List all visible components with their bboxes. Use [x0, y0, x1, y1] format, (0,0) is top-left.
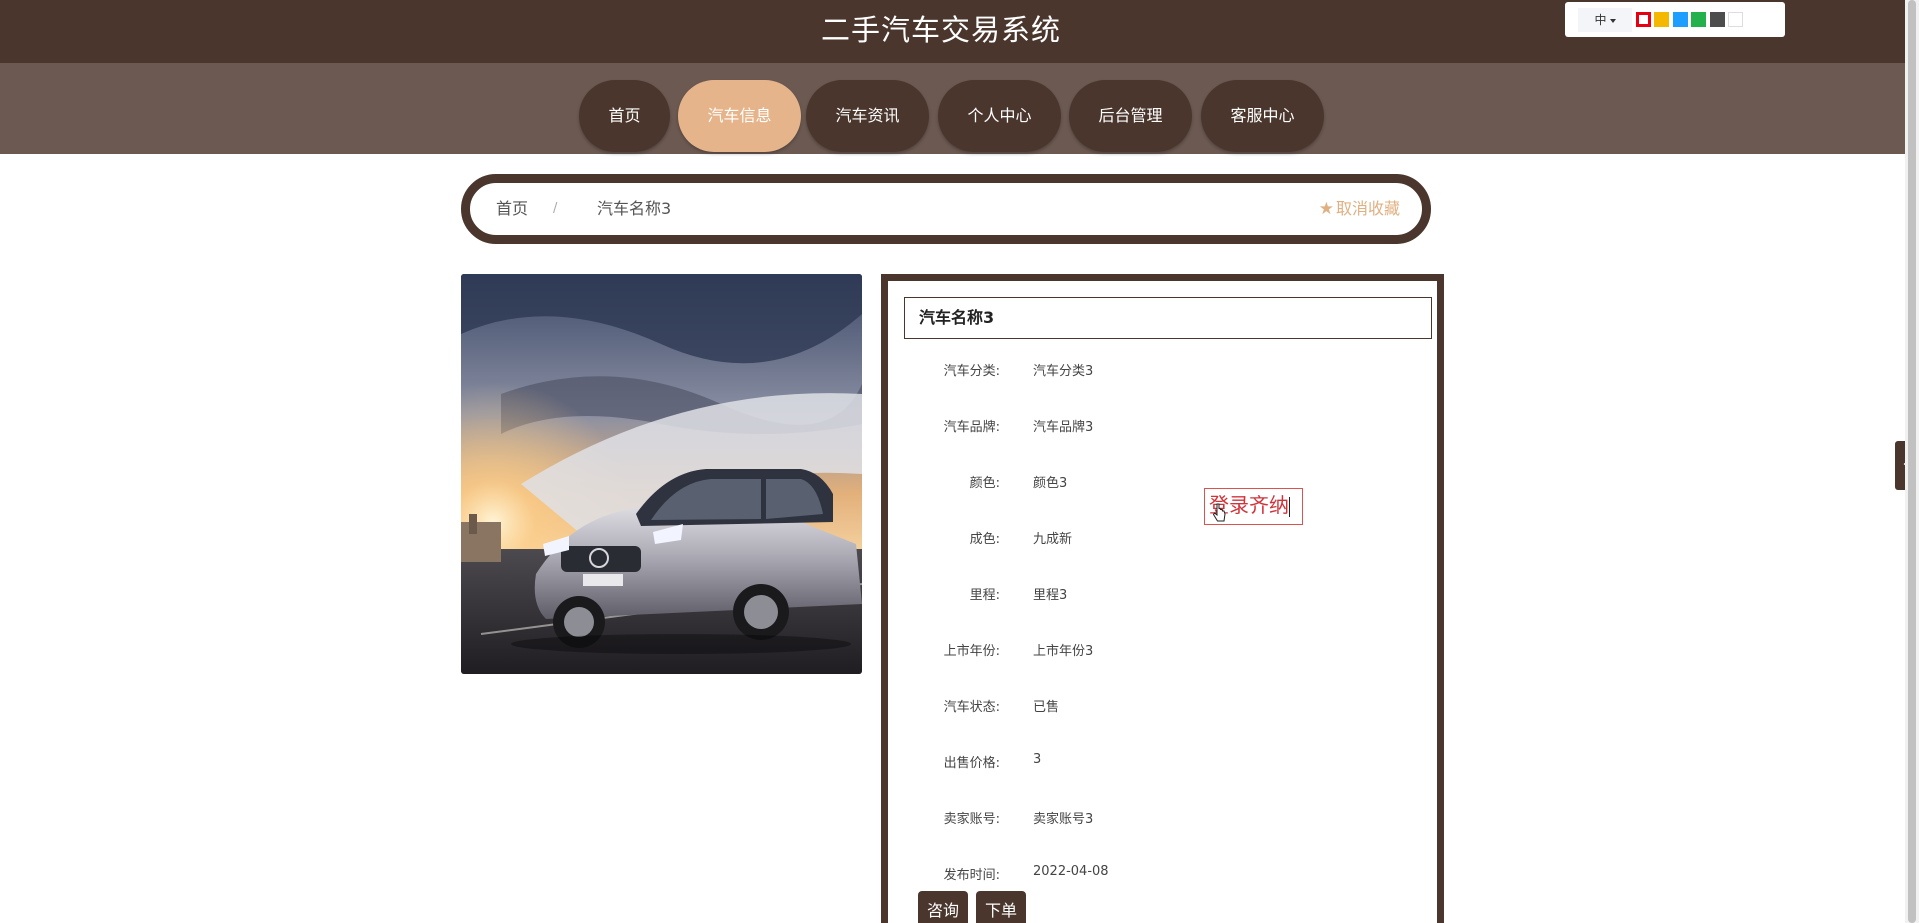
field-label-color: 颜色:: [969, 476, 1000, 491]
unfavorite-button[interactable]: ★ 取消收藏: [1319, 183, 1400, 235]
field-value-seller-account: 卖家账号3: [1033, 812, 1094, 827]
nav-item-car-news[interactable]: 汽车资讯: [806, 80, 929, 152]
nav-item-home[interactable]: 首页: [579, 80, 670, 152]
theme-switcher: 中: [1565, 2, 1785, 37]
star-icon: ★: [1318, 199, 1334, 219]
field-value-category: 汽车分类3: [1033, 364, 1094, 379]
scrollbar-thumb[interactable]: [1908, 0, 1916, 923]
theme-swatch-green[interactable]: [1691, 12, 1706, 27]
nav-item-customer-service[interactable]: 客服中心: [1201, 80, 1324, 152]
car-detail-panel: 汽车名称3 汽车分类: 汽车分类3 汽车品牌: 汽车品牌3 颜色: 颜色3 成色…: [881, 274, 1444, 923]
field-value-release-year: 上市年份3: [1033, 644, 1094, 659]
breadcrumb-home[interactable]: 首页: [496, 183, 528, 235]
theme-swatch-red[interactable]: [1636, 12, 1651, 27]
breadcrumb-separator: /: [553, 201, 558, 216]
field-value-color: 颜色3: [1033, 476, 1068, 491]
field-value-publish-time: 2022-04-08: [1033, 864, 1109, 879]
field-label-category: 汽车分类:: [943, 364, 1000, 379]
field-label-release-year: 上市年份:: [943, 644, 1000, 659]
field-label-price: 出售价格:: [943, 756, 1000, 771]
car-name-title: 汽车名称3: [904, 297, 1432, 339]
nav-item-admin[interactable]: 后台管理: [1069, 80, 1192, 152]
nav-item-personal-center[interactable]: 个人中心: [938, 80, 1061, 152]
field-value-price: 3: [1033, 752, 1042, 767]
language-select[interactable]: 中: [1578, 8, 1632, 32]
nav-item-car-info[interactable]: 汽车信息: [678, 80, 801, 152]
language-select-label: 中: [1594, 13, 1607, 27]
field-value-brand: 汽车品牌3: [1033, 420, 1094, 435]
field-label-mileage: 里程:: [969, 588, 1000, 603]
field-value-status: 已售: [1033, 700, 1060, 715]
theme-swatch-yellow[interactable]: [1654, 12, 1669, 27]
theme-swatch-gray[interactable]: [1710, 12, 1725, 27]
field-label-brand: 汽车品牌:: [943, 420, 1000, 435]
page: 二手汽车交易系统 中 首页 汽车信息 汽车资讯 个人中心 后台管理 客服中心 首…: [0, 0, 1919, 923]
order-button[interactable]: 下单: [976, 891, 1027, 923]
unfavorite-label: 取消收藏: [1335, 199, 1400, 218]
field-label-seller-account: 卖家账号:: [943, 812, 1000, 827]
caret-down-icon: [1609, 18, 1616, 23]
mouse-pointer-icon: [1213, 503, 1226, 522]
field-value-mileage: 里程3: [1033, 588, 1068, 603]
field-label-status: 汽车状态:: [943, 700, 1000, 715]
text-cursor: [1289, 496, 1290, 517]
theme-swatch-white[interactable]: [1728, 12, 1743, 27]
field-label-condition: 成色:: [969, 532, 1000, 547]
breadcrumb-current: 汽车名称3: [597, 199, 672, 218]
field-label-publish-time: 发布时间:: [943, 868, 1000, 883]
breadcrumb: 首页 / 汽车名称3 ★ 取消收藏: [461, 174, 1431, 244]
field-value-condition: 九成新: [1033, 532, 1073, 547]
car-photo-illustration: [461, 274, 862, 674]
consult-button[interactable]: 咨询: [918, 891, 969, 923]
car-photo: [461, 274, 862, 674]
theme-swatch-blue[interactable]: [1673, 12, 1688, 27]
